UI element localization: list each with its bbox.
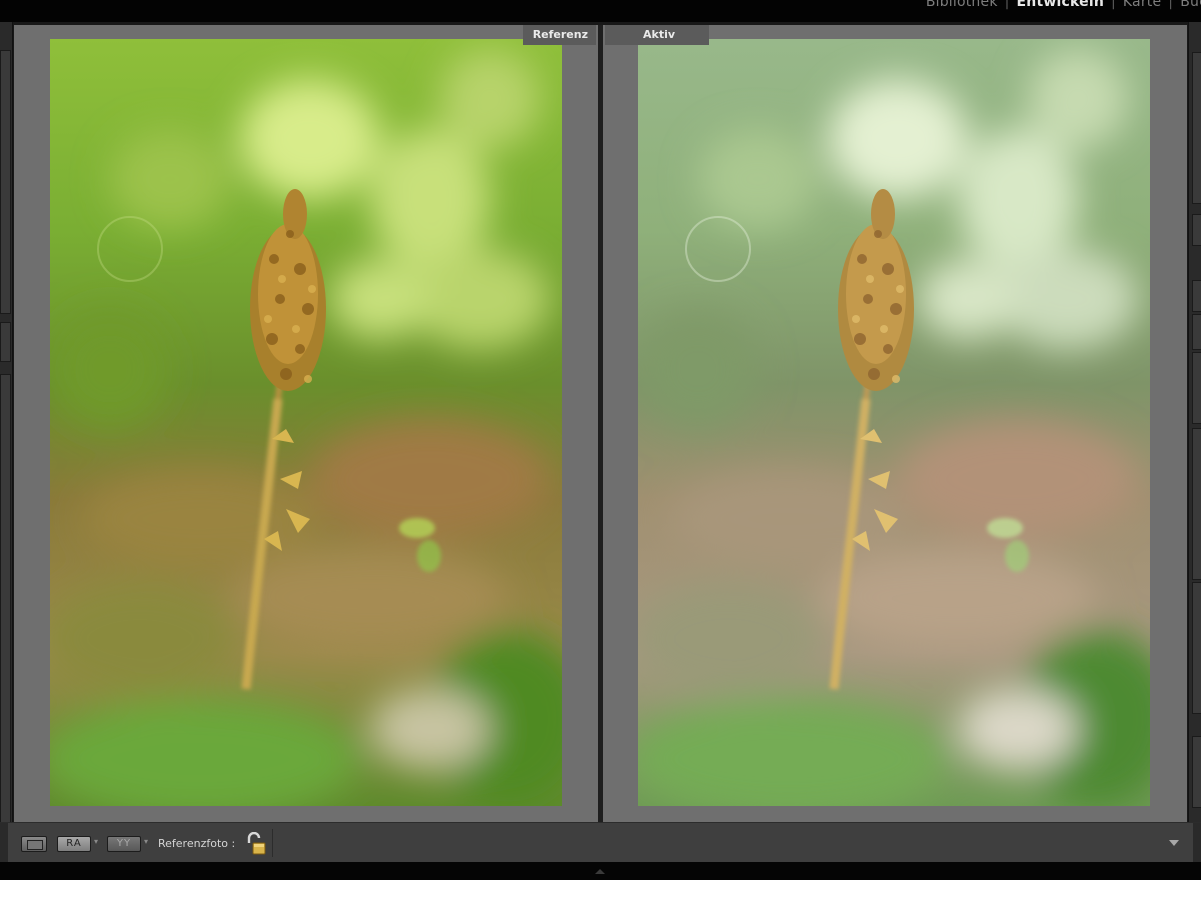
left-panel-section	[0, 322, 11, 362]
filmstrip-collapsed[interactable]	[0, 862, 1201, 880]
before-after-view-button[interactable]: YY	[107, 836, 141, 852]
module-bibliothek[interactable]: Bibliothek	[926, 0, 998, 10]
reference-photo[interactable]	[50, 39, 562, 806]
compare-toolbar: RA ▾ YY ▾ Referenzfoto :	[0, 822, 1201, 863]
expand-grip-icon[interactable]	[595, 868, 605, 874]
module-separator: |	[1111, 0, 1116, 10]
toolbar-separator	[272, 829, 273, 857]
lightroom-develop-window: Bibliothek | Entwickeln | Karte | Buc	[0, 0, 1201, 880]
right-panel-section	[1192, 314, 1201, 350]
module-buch[interactable]: Buc	[1180, 0, 1201, 10]
reference-active-view-button[interactable]: RA	[57, 836, 91, 852]
left-panel-collapsed[interactable]	[0, 22, 13, 862]
module-separator: |	[1168, 0, 1174, 10]
right-panel-section	[1192, 52, 1201, 204]
chevron-down-icon[interactable]: ▾	[144, 837, 148, 846]
single-view-button[interactable]	[21, 836, 47, 852]
orchid-photo-reference	[50, 39, 562, 806]
right-panel-section	[1192, 280, 1201, 312]
module-karte[interactable]: Karte	[1123, 0, 1161, 10]
right-panel-section	[1192, 428, 1201, 580]
chevron-down-icon[interactable]: ▾	[94, 837, 98, 846]
active-pane[interactable]: Aktiv	[603, 25, 1187, 822]
reference-photo-label: Referenzfoto :	[158, 837, 236, 850]
toolbar-right-edge	[1193, 823, 1201, 863]
module-picker: Bibliothek | Entwickeln | Karte | Buc	[926, 0, 1201, 10]
left-panel-section	[0, 374, 11, 836]
active-photo[interactable]	[638, 39, 1150, 806]
dropdown-arrow-icon[interactable]	[1169, 840, 1179, 846]
right-panel-section	[1192, 352, 1201, 424]
right-panel-section	[1192, 214, 1201, 246]
right-panel-section	[1192, 582, 1201, 714]
orchid-photo-active	[638, 39, 1150, 806]
reference-label: Referenz	[522, 25, 596, 45]
module-picker-bar: Bibliothek | Entwickeln | Karte | Buc	[0, 0, 1201, 22]
left-panel-section	[0, 50, 11, 314]
single-view-icon	[27, 840, 43, 850]
module-entwickeln[interactable]: Entwickeln	[1017, 0, 1104, 10]
active-label: Aktiv	[605, 25, 709, 45]
reference-pane[interactable]: Referenz	[14, 25, 598, 822]
right-panel-section	[1192, 736, 1201, 808]
right-panel-collapsed[interactable]	[1188, 22, 1201, 862]
module-separator: |	[1004, 0, 1010, 10]
lock-open-icon[interactable]	[245, 832, 267, 856]
toolbar-left-edge	[0, 823, 8, 863]
